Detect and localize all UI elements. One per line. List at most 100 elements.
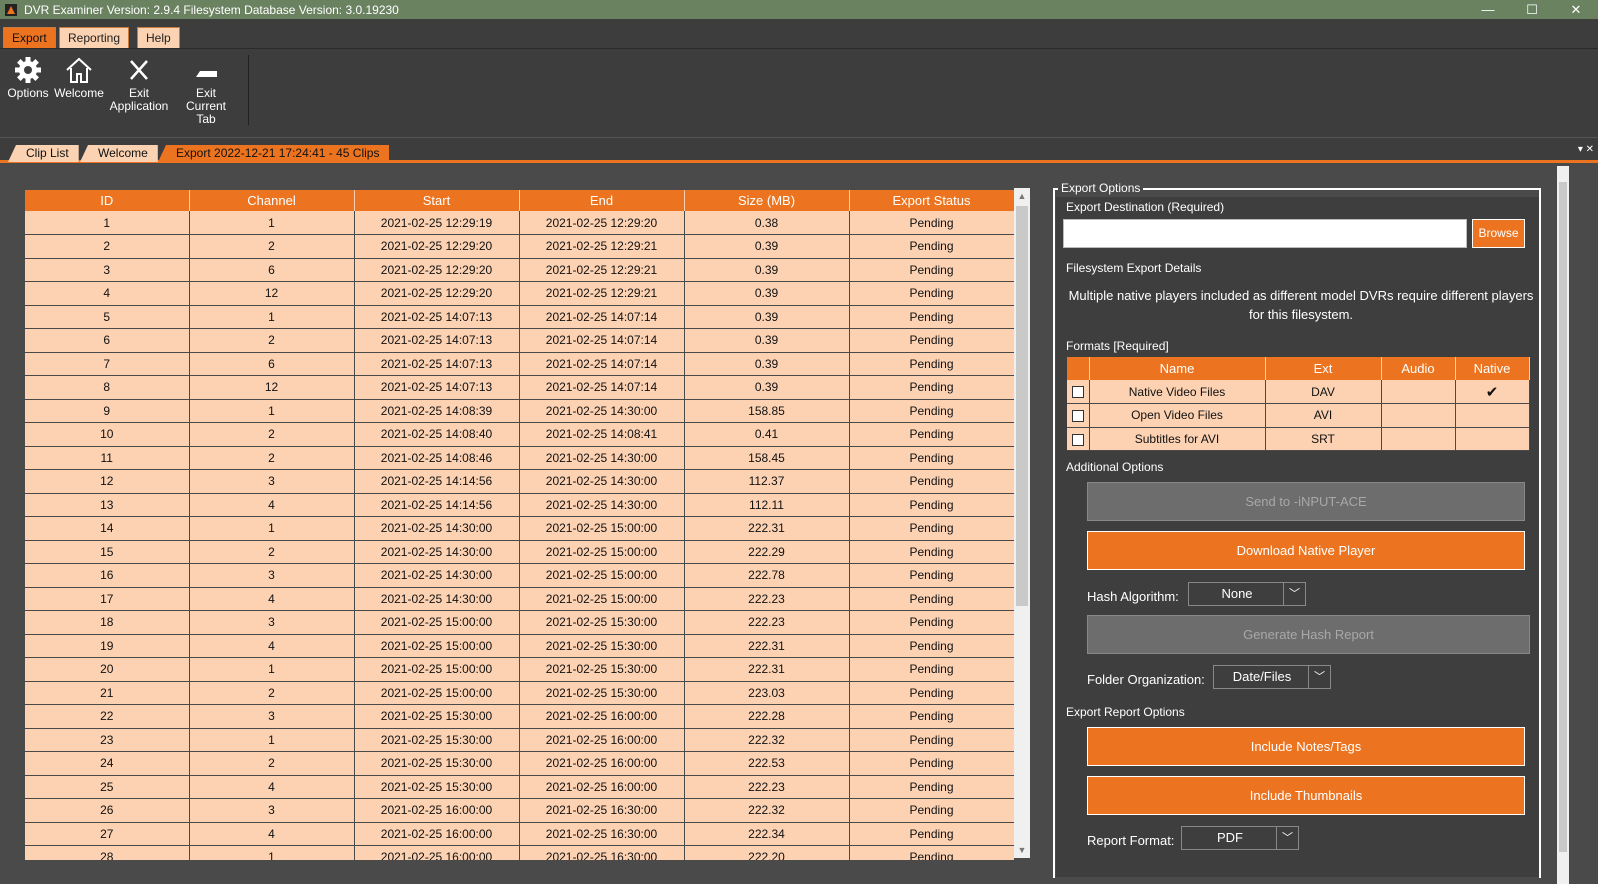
hash-algorithm-label: Hash Algorithm: <box>1087 589 1179 604</box>
table-cell: 1 <box>189 211 355 235</box>
table-row[interactable]: 20 1 2021-02-25 15:00:00 2021-02-25 15:30:0… <box>25 657 1014 682</box>
folder-organization-select[interactable]: Date/Files ﹀ <box>1213 665 1331 689</box>
column-header[interactable]: Size (MB) <box>684 190 850 211</box>
column-header[interactable]: End <box>519 190 685 211</box>
format-name: Native Video Files <box>1089 380 1266 404</box>
table-cell: 4 <box>189 775 355 799</box>
formats-column-header: Audio <box>1381 357 1456 380</box>
table-row[interactable]: 2 2 2021-02-25 12:29:20 2021-02-25 12:29:21… <box>25 234 1014 259</box>
table-cell: 2021-02-25 16:00:00 <box>519 751 685 776</box>
scroll-up-icon[interactable]: ▲ <box>1014 188 1030 204</box>
table-row[interactable]: 5 1 2021-02-25 14:07:13 2021-02-25 14:07:14… <box>25 305 1014 329</box>
table-cell: 2021-02-25 16:00:00 <box>519 775 685 799</box>
formats-row[interactable]: Open Video Files AVI <box>1067 403 1530 428</box>
table-cell: Pending <box>849 587 1014 611</box>
scroll-thumb[interactable] <box>1016 206 1028 606</box>
close-button[interactable]: ✕ <box>1554 0 1598 19</box>
clip-table-scrollbar[interactable]: ▲ ▼ <box>1014 188 1030 858</box>
table-row[interactable]: 10 2 2021-02-25 14:08:40 2021-02-25 14:08:4… <box>25 422 1014 447</box>
column-header[interactable]: Start <box>354 190 520 211</box>
table-cell: Pending <box>849 563 1014 588</box>
scroll-down-icon[interactable]: ▼ <box>1014 842 1030 858</box>
maximize-button[interactable]: ☐ <box>1510 0 1554 19</box>
exit-current-tab-button[interactable]: Exit Current Tab <box>175 55 237 126</box>
tab-export[interactable]: Export 2022-12-21 17:24:41 - 45 Clips <box>158 145 390 162</box>
table-cell: 2021-02-25 14:30:00 <box>354 563 520 588</box>
table-row[interactable]: 19 4 2021-02-25 15:00:00 2021-02-25 15:30:0… <box>25 634 1014 658</box>
table-row[interactable]: 21 2 2021-02-25 15:00:00 2021-02-25 15:30:0… <box>25 681 1014 705</box>
include-notes-tags-button[interactable]: Include Notes/Tags <box>1087 727 1525 766</box>
table-row[interactable]: 26 3 2021-02-25 16:00:00 2021-02-25 16:30:0… <box>25 798 1014 823</box>
table-row[interactable]: 25 4 2021-02-25 15:30:00 2021-02-25 16:00:0… <box>25 775 1014 799</box>
report-format-select[interactable]: PDF ﹀ <box>1181 826 1299 850</box>
generate-hash-report-button[interactable]: Generate Hash Report <box>1087 615 1530 654</box>
table-row[interactable]: 3 6 2021-02-25 12:29:20 2021-02-25 12:29:21… <box>25 258 1014 282</box>
report-format-value: PDF <box>1217 830 1243 845</box>
table-cell: 2021-02-25 15:00:00 <box>354 681 520 705</box>
table-cell: Pending <box>849 681 1014 705</box>
table-row[interactable]: 4 12 2021-02-25 12:29:20 2021-02-25 12:29:2… <box>25 281 1014 306</box>
menu-bar: Export Reporting Help <box>0 19 1598 49</box>
table-cell: 2021-02-25 16:30:00 <box>519 798 685 823</box>
options-button[interactable]: Options <box>7 55 49 100</box>
formats-row[interactable]: Native Video Files DAV ✔ <box>1067 380 1530 404</box>
hash-algorithm-select[interactable]: None ﹀ <box>1188 582 1306 606</box>
table-row[interactable]: 13 4 2021-02-25 14:14:56 2021-02-25 14:30:0… <box>25 493 1014 517</box>
window-title: DVR Examiner Version: 2.9.4 Filesystem D… <box>24 2 399 17</box>
format-native-check <box>1455 427 1530 451</box>
export-destination-input[interactable] <box>1063 219 1467 248</box>
table-row[interactable]: 27 4 2021-02-25 16:00:00 2021-02-25 16:30:0… <box>25 822 1014 846</box>
scroll-thumb[interactable] <box>1559 182 1567 852</box>
table-cell: 0.39 <box>684 258 850 282</box>
table-cell: 2021-02-25 14:07:14 <box>519 375 685 400</box>
table-row[interactable]: 28 1 2021-02-25 16:00:00 2021-02-25 16:30:0… <box>25 845 1014 860</box>
minimize-button[interactable]: — <box>1466 0 1510 19</box>
tab-clip-list[interactable]: Clip List <box>8 145 79 162</box>
destination-label: Export Destination (Required) <box>1066 200 1225 214</box>
table-row[interactable]: 22 3 2021-02-25 15:30:00 2021-02-25 16:00:0… <box>25 704 1014 729</box>
export-options-scrollbar[interactable] <box>1557 166 1569 884</box>
ribbon-toolbar: Options Welcome Exit Application Exit Cu… <box>0 49 1598 137</box>
table-row[interactable]: 14 1 2021-02-25 14:30:00 2021-02-25 15:00:0… <box>25 516 1014 541</box>
table-row[interactable]: 7 6 2021-02-25 14:07:13 2021-02-25 14:07:14… <box>25 352 1014 376</box>
table-cell: 3 <box>189 563 355 588</box>
format-checkbox[interactable] <box>1071 433 1084 446</box>
table-cell: 222.28 <box>684 704 850 729</box>
column-header[interactable]: ID <box>25 190 190 211</box>
download-native-player-button[interactable]: Download Native Player <box>1087 531 1525 570</box>
table-row[interactable]: 16 3 2021-02-25 14:30:00 2021-02-25 15:00:0… <box>25 563 1014 588</box>
send-to-input-ace-button[interactable]: Send to -iNPUT-ACE <box>1087 482 1525 521</box>
ribbon-separator <box>248 55 249 125</box>
welcome-button[interactable]: Welcome <box>54 55 104 100</box>
table-row[interactable]: 11 2 2021-02-25 14:08:46 2021-02-25 14:30:0… <box>25 446 1014 470</box>
table-row[interactable]: 9 1 2021-02-25 14:08:39 2021-02-25 14:30:00… <box>25 399 1014 423</box>
menu-tab-export[interactable]: Export <box>3 27 56 48</box>
formats-row[interactable]: Subtitles for AVI SRT <box>1067 427 1530 451</box>
include-thumbnails-button[interactable]: Include Thumbnails <box>1087 776 1525 815</box>
exit-application-button[interactable]: Exit Application <box>108 55 170 113</box>
menu-tab-reporting[interactable]: Reporting <box>59 27 130 48</box>
table-row[interactable]: 8 12 2021-02-25 14:07:13 2021-02-25 14:07:1… <box>25 375 1014 400</box>
table-row[interactable]: 15 2 2021-02-25 14:30:00 2021-02-25 15:00:0… <box>25 540 1014 564</box>
table-cell: 2021-02-25 12:29:20 <box>354 258 520 282</box>
table-cell: 2 <box>189 540 355 564</box>
browse-button[interactable]: Browse <box>1472 219 1525 248</box>
table-row[interactable]: 1 1 2021-02-25 12:29:19 2021-02-25 12:29:20… <box>25 211 1014 235</box>
format-checkbox[interactable] <box>1071 410 1084 423</box>
column-header[interactable]: Export Status <box>849 190 1014 211</box>
format-checkbox[interactable] <box>1071 386 1084 399</box>
table-row[interactable]: 17 4 2021-02-25 14:30:00 2021-02-25 15:00:0… <box>25 587 1014 611</box>
table-row[interactable]: 24 2 2021-02-25 15:30:00 2021-02-25 16:00:0… <box>25 751 1014 776</box>
tab-menu-close-icon[interactable]: ▾ ✕ <box>1578 144 1594 155</box>
menu-tab-help[interactable]: Help <box>137 27 180 48</box>
table-cell: 28 <box>25 845 190 860</box>
table-row[interactable]: 6 2 2021-02-25 14:07:13 2021-02-25 14:07:14… <box>25 328 1014 353</box>
table-cell: 222.31 <box>684 657 850 682</box>
table-cell: 2021-02-25 16:00:00 <box>519 704 685 729</box>
column-header[interactable]: Channel <box>189 190 355 211</box>
tab-welcome[interactable]: Welcome <box>80 145 158 162</box>
table-row[interactable]: 18 3 2021-02-25 15:00:00 2021-02-25 15:30:0… <box>25 610 1014 635</box>
table-row[interactable]: 23 1 2021-02-25 15:30:00 2021-02-25 16:00:0… <box>25 728 1014 752</box>
table-cell: 2021-02-25 14:07:14 <box>519 328 685 353</box>
table-row[interactable]: 12 3 2021-02-25 14:14:56 2021-02-25 14:30:0… <box>25 469 1014 494</box>
